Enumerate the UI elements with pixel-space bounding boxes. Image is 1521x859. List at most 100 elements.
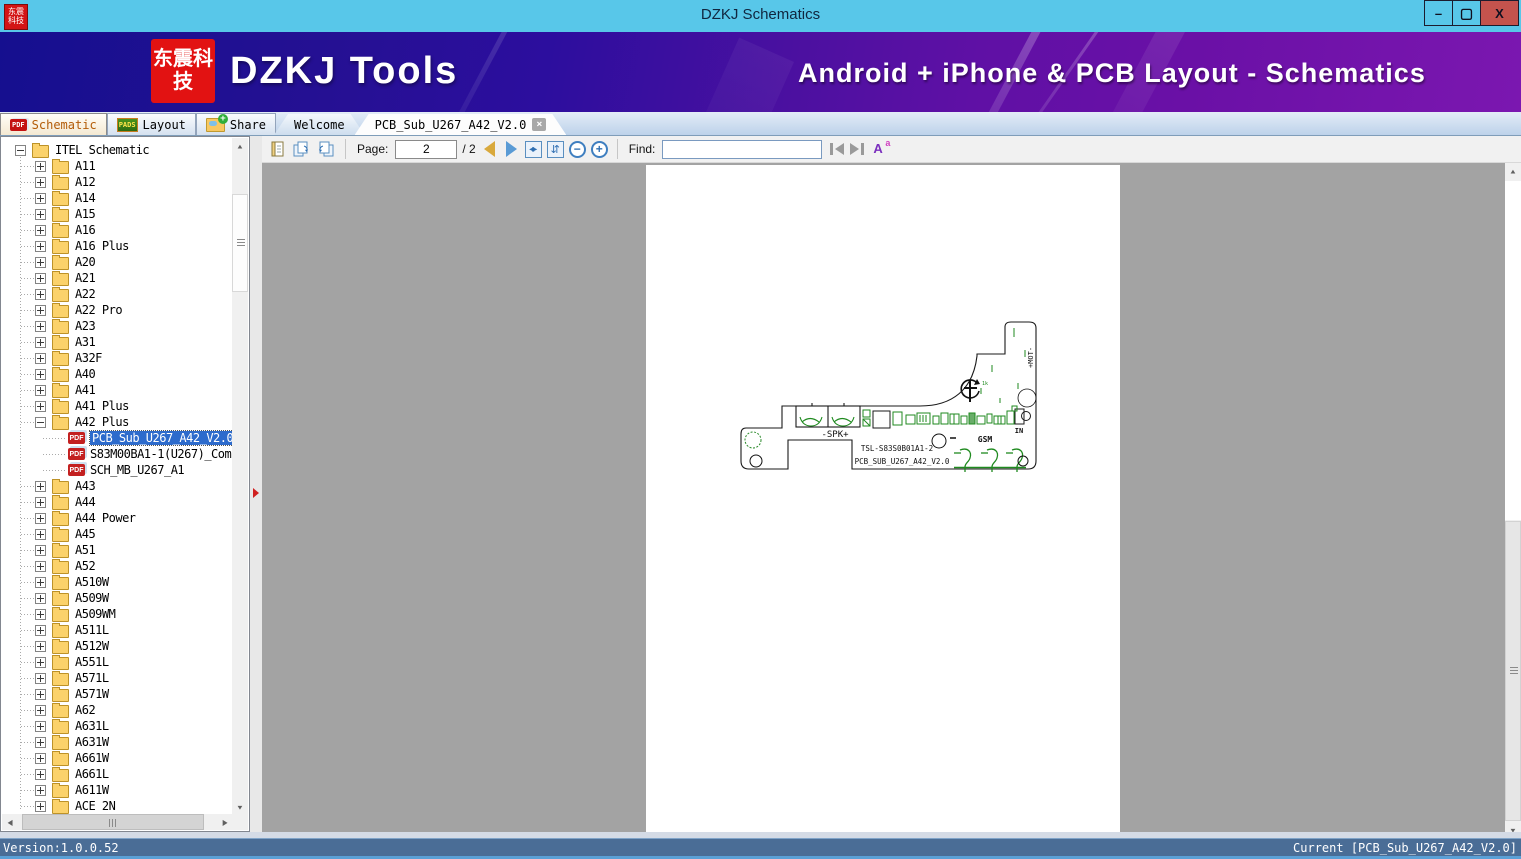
expand-icon[interactable] (35, 368, 46, 380)
tab-schematic[interactable]: PDF Schematic (0, 113, 107, 135)
expand-icon[interactable] (35, 384, 46, 396)
collapse-icon[interactable] (15, 144, 26, 156)
document-vertical-scrollbar[interactable] (1505, 163, 1521, 838)
tree-item-folder[interactable]: ACE 2N (2, 798, 233, 814)
expand-icon[interactable] (35, 496, 46, 508)
zoom-in-button[interactable] (590, 140, 608, 158)
tree-item-folder[interactable]: A571W (2, 686, 233, 702)
tree-item-folder[interactable]: A661L (2, 766, 233, 782)
rotate-left-icon[interactable] (316, 140, 336, 158)
tree-item-folder[interactable]: A41 Plus (2, 398, 233, 414)
tree-item-folder[interactable]: A631L (2, 718, 233, 734)
scroll-up-icon[interactable] (232, 138, 248, 154)
expand-icon[interactable] (35, 288, 46, 300)
tree-item-folder[interactable]: A41 (2, 382, 233, 398)
find-previous-icon[interactable] (827, 141, 847, 157)
expand-icon[interactable] (35, 512, 46, 524)
new-page-icon[interactable] (268, 140, 286, 158)
expand-icon[interactable] (35, 688, 46, 700)
expand-icon[interactable] (35, 352, 46, 364)
tree-item-pdf[interactable]: PDF PCB_Sub_U267_A42_V2.0 (2, 430, 233, 446)
expand-icon[interactable] (35, 480, 46, 492)
tree-item-folder[interactable]: A43 (2, 478, 233, 494)
tree-item-folder[interactable]: ITEL Schematic (2, 142, 233, 158)
expand-icon[interactable] (35, 800, 46, 812)
tree-scrollbar-thumb[interactable] (232, 194, 248, 292)
expand-icon[interactable] (35, 224, 46, 236)
zoom-out-button[interactable] (568, 140, 586, 158)
previous-page-button[interactable] (483, 141, 495, 157)
tree-item-folder[interactable]: A16 Plus (2, 238, 233, 254)
tree-horizontal-scrollbar[interactable] (2, 814, 233, 830)
expand-icon[interactable] (35, 400, 46, 412)
pdf-viewport[interactable]: -SPK+ 1k IN +MOT- GSM TSL-S83S0B01A1-2 P… (262, 163, 1505, 832)
expand-icon[interactable] (35, 624, 46, 636)
close-button[interactable] (1480, 0, 1519, 26)
expand-icon[interactable] (35, 336, 46, 348)
doc-tab-current[interactable]: PCB_Sub_U267_A42_V2.0 (355, 114, 567, 135)
tree-item-folder[interactable]: A32F (2, 350, 233, 366)
tree-item-folder[interactable]: A571L (2, 670, 233, 686)
tree-item-folder[interactable]: A611W (2, 782, 233, 798)
expand-icon[interactable] (35, 672, 46, 684)
close-tab-icon[interactable] (532, 118, 546, 131)
tree-item-pdf[interactable]: PDF S83M00BA1-1(U267)_Compone (2, 446, 233, 462)
tree-item-folder[interactable]: A31 (2, 334, 233, 350)
minimize-button[interactable] (1424, 0, 1453, 26)
match-case-icon[interactable] (872, 138, 890, 158)
expand-icon[interactable] (35, 272, 46, 284)
page-number-input[interactable] (395, 139, 458, 159)
tree-item-folder[interactable]: A22 (2, 286, 233, 302)
tree-item-folder[interactable]: A511L (2, 622, 233, 638)
tree-item-folder[interactable]: A512W (2, 638, 233, 654)
expand-icon[interactable] (35, 528, 46, 540)
tree-item-folder[interactable]: A21 (2, 270, 233, 286)
scrollbar-track[interactable] (1505, 181, 1521, 520)
expand-icon[interactable] (35, 704, 46, 716)
tree-item-folder[interactable]: A52 (2, 558, 233, 574)
collapse-icon[interactable] (35, 416, 46, 428)
tree-item-folder[interactable]: A62 (2, 702, 233, 718)
expand-icon[interactable] (35, 256, 46, 268)
find-next-icon[interactable] (847, 141, 867, 157)
collapse-panel-icon[interactable] (253, 488, 259, 498)
tree-item-folder[interactable]: A42 Plus (2, 414, 233, 430)
tree-item-folder[interactable]: A45 (2, 526, 233, 542)
tab-layout[interactable]: PADS Layout (106, 113, 196, 135)
tree-item-folder[interactable]: A14 (2, 190, 233, 206)
tree-item-folder[interactable]: A12 (2, 174, 233, 190)
tree-item-folder[interactable]: A44 (2, 494, 233, 510)
expand-icon[interactable] (35, 752, 46, 764)
tree-item-folder[interactable]: A11 (2, 158, 233, 174)
expand-icon[interactable] (35, 304, 46, 316)
expand-icon[interactable] (35, 544, 46, 556)
tree-item-folder[interactable]: A551L (2, 654, 233, 670)
rotate-right-icon[interactable] (291, 140, 311, 158)
tree-item-folder[interactable]: A509W (2, 590, 233, 606)
expand-icon[interactable] (35, 592, 46, 604)
tree-item-folder[interactable]: A20 (2, 254, 233, 270)
fit-page-button[interactable] (546, 140, 564, 158)
tree-item-folder[interactable]: A51 (2, 542, 233, 558)
scroll-left-icon[interactable] (2, 814, 18, 830)
panel-splitter[interactable] (250, 136, 262, 832)
document-scrollbar-thumb[interactable] (1505, 521, 1521, 821)
expand-icon[interactable] (35, 208, 46, 220)
expand-icon[interactable] (35, 576, 46, 588)
expand-icon[interactable] (35, 160, 46, 172)
tree-item-folder[interactable]: A40 (2, 366, 233, 382)
tree-vertical-scrollbar[interactable] (232, 138, 248, 815)
scroll-up-icon[interactable] (1505, 163, 1521, 179)
tab-share[interactable]: Share (195, 113, 277, 135)
next-page-button[interactable] (505, 141, 517, 157)
expand-icon[interactable] (35, 736, 46, 748)
scroll-right-icon[interactable] (217, 814, 233, 830)
tree-item-folder[interactable]: A44 Power (2, 510, 233, 526)
expand-icon[interactable] (35, 240, 46, 252)
expand-icon[interactable] (35, 784, 46, 796)
fit-width-button[interactable] (524, 140, 542, 158)
expand-icon[interactable] (35, 320, 46, 332)
expand-icon[interactable] (35, 560, 46, 572)
tree-hscrollbar-thumb[interactable] (22, 814, 204, 830)
expand-icon[interactable] (35, 608, 46, 620)
